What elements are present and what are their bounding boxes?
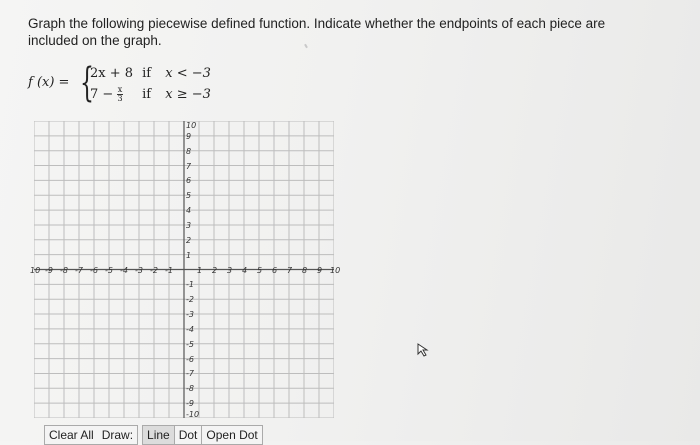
graphing-grid[interactable]: 10 -9 -8 -7 -6 -5 -4 -3 -2 -1 1 2 3 4 5 6 7 8 9 10 10 9 8 7 6 5 4 3… [30, 121, 340, 419]
piece-1-if: if [142, 66, 152, 81]
y-tick-label: 6 [186, 176, 192, 186]
x-tick-label: 10 [30, 265, 41, 275]
piece-2: 7 − x3 if x ≥ −3 [90, 86, 211, 103]
pointer-cursor-icon [417, 343, 429, 357]
y-tick-label: 8 [186, 146, 192, 156]
piece-2-if: if [142, 87, 152, 102]
x-tick-label: 2 [212, 265, 218, 275]
y-tick-label: -7 [186, 369, 194, 379]
x-tick-label: -9 [45, 265, 53, 275]
piece-2-condition: x ≥ −3 [165, 87, 211, 102]
y-tick-label: 4 [186, 206, 192, 216]
x-tick-label: 4 [242, 265, 248, 275]
x-tick-label: 8 [302, 265, 308, 275]
x-tick-label: 9 [317, 265, 323, 275]
x-tick-label: -3 [135, 265, 143, 275]
dot-tool-button[interactable]: Dot [173, 425, 203, 445]
x-tick-label: 5 [257, 265, 263, 275]
x-tick-label: 1 [197, 265, 203, 275]
y-tick-label: -8 [186, 384, 194, 394]
fraction-denominator: 3 [117, 94, 123, 103]
question-text: Graph the following piecewise defined fu… [28, 16, 606, 48]
x-tick-label: 10 [330, 265, 341, 275]
y-tick-label: -9 [186, 399, 194, 409]
y-tick-label: -6 [186, 354, 194, 364]
piece-2-lead: 7 − [90, 87, 114, 102]
y-tick-label: 2 [186, 235, 192, 245]
x-tick-label: -2 [150, 265, 158, 275]
x-tick-label: 6 [272, 265, 278, 275]
open-dot-tool-button[interactable]: Open Dot [201, 425, 263, 445]
y-tick-label: -5 [186, 339, 194, 349]
x-tick-label: -8 [60, 265, 68, 275]
x-tick-label: -6 [90, 265, 98, 275]
x-tick-label: 7 [287, 265, 293, 275]
y-tick-label: -2 [186, 295, 194, 305]
line-tool-button[interactable]: Line [142, 425, 175, 445]
piece-2-fraction: x3 [117, 86, 123, 103]
y-tick-label: 9 [186, 131, 192, 141]
y-tick-label: -3 [186, 310, 194, 320]
x-tick-label: 3 [227, 265, 233, 275]
x-tick-label: -4 [120, 265, 128, 275]
piece-2-expression: 7 − x3 [90, 86, 138, 103]
graph-toolbar: Clear All Draw: Line Dot Open Dot [44, 425, 263, 445]
function-lhs: f (x) = [28, 75, 70, 90]
y-tick-label: 3 [186, 220, 192, 230]
x-tick-label: -7 [75, 265, 83, 275]
y-tick-label: -4 [186, 324, 194, 334]
y-tick-label: -1 [186, 280, 194, 290]
piece-1: 2x + 8 if x < −3 [90, 66, 211, 81]
y-tick-label: 10 [186, 121, 197, 130]
x-tick-label: -5 [105, 265, 113, 275]
clear-all-button[interactable]: Clear All [44, 425, 99, 445]
y-tick-label: -10 [186, 410, 200, 419]
y-tick-label: 5 [186, 191, 192, 201]
draw-label: Draw: [97, 425, 139, 445]
piece-1-condition: x < −3 [165, 66, 211, 81]
piece-1-expression: 2x + 8 [90, 66, 134, 81]
y-tick-label: 7 [186, 161, 192, 171]
y-tick-label: 1 [186, 250, 192, 260]
x-tick-label: -1 [165, 265, 173, 275]
